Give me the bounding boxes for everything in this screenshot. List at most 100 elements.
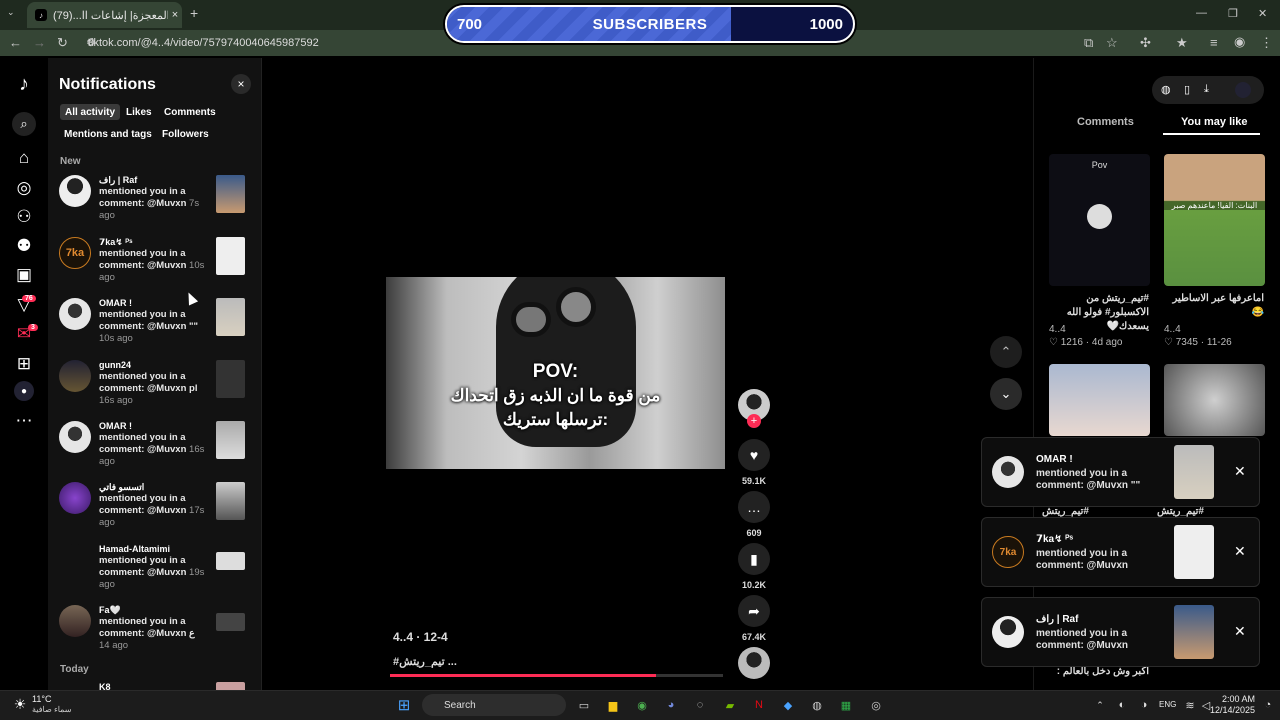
download-icon[interactable]: ⤓ — [1204, 83, 1209, 96]
previous-video-chevron-up-icon[interactable]: ⌃ — [990, 336, 1022, 368]
recommended-video-card[interactable] — [1049, 364, 1150, 436]
close-notifications-button[interactable]: × — [231, 74, 251, 94]
video-thumbnail[interactable] — [216, 682, 245, 690]
new-tab-button[interactable]: + — [190, 5, 198, 21]
tray-app-icon[interactable]: ◑ — [1134, 695, 1154, 715]
windows-start-icon[interactable]: ⊞ — [394, 695, 414, 715]
chip-followers[interactable]: Followers — [157, 126, 214, 142]
app-icon[interactable]: ◌ — [690, 695, 710, 715]
extensions-icon[interactable]: ✣ — [1140, 35, 1151, 51]
browser-tab[interactable]: ♪ طفل المعجزة| إشاعات اا...(79) × — [27, 2, 182, 28]
notification-bell-icon[interactable]: ◔ — [1258, 695, 1278, 715]
notification-item[interactable]: راف | Raf mentioned you in a comment: @M… — [48, 173, 253, 233]
chip-likes[interactable]: Likes — [121, 104, 157, 120]
video-thumbnail[interactable] — [216, 360, 245, 398]
notification-item[interactable]: gunn24 mentioned you in a comment: @Muvx… — [48, 358, 253, 418]
comment-icon[interactable]: … — [738, 491, 770, 523]
next-video-chevron-down-icon[interactable]: ⌄ — [990, 378, 1022, 410]
bookmark-star-icon[interactable]: ☆ — [1106, 35, 1118, 51]
toast-thumbnail[interactable] — [1174, 525, 1214, 579]
compass-icon[interactable]: ◍ — [1161, 83, 1171, 96]
live-icon[interactable]: ▣ — [12, 263, 36, 287]
following-icon[interactable]: ⚇ — [12, 205, 36, 229]
notification-item[interactable]: OMAR ! mentioned you in a comment: @Muvx… — [48, 419, 253, 479]
video-thumbnail[interactable] — [216, 482, 245, 520]
video-progress-bar[interactable] — [390, 674, 723, 677]
install-app-icon[interactable]: ⧉ — [1084, 35, 1093, 51]
search-icon[interactable]: ⌕ — [12, 112, 36, 136]
weather-icon[interactable]: ☀ — [10, 694, 30, 714]
home-icon[interactable]: ⌂ — [12, 146, 36, 170]
tray-chevron-icon[interactable]: ⌃ — [1090, 695, 1110, 715]
phone-icon[interactable]: ▯ — [1184, 83, 1190, 96]
reload-icon[interactable]: ↻ — [57, 35, 68, 51]
toast-close-icon[interactable]: ✕ — [1234, 463, 1246, 480]
file-explorer-icon[interactable]: ▆ — [603, 695, 623, 715]
user-avatar[interactable] — [1235, 82, 1251, 98]
video-author-date[interactable]: 4..4 · 12-4 — [393, 630, 448, 644]
maximize-button[interactable]: ❐ — [1228, 7, 1238, 20]
task-view-icon[interactable]: ▭ — [574, 695, 594, 715]
menu-icon[interactable]: ⋮ — [1260, 35, 1273, 51]
follow-plus-icon[interactable]: + — [747, 414, 761, 428]
bookmark-icon[interactable]: ▮ — [738, 543, 770, 575]
explore-icon[interactable]: ◎ — [12, 176, 36, 200]
discord-icon[interactable]: ◕ — [661, 695, 681, 715]
tab-close-icon[interactable]: × — [168, 9, 182, 21]
more-icon[interactable]: ⋯ — [12, 409, 36, 433]
video-thumbnail[interactable] — [216, 421, 245, 459]
favorites-icon[interactable]: ★ — [1176, 35, 1188, 51]
toast-notification[interactable]: OMAR ! mentioned you in a comment: @Muvx… — [981, 437, 1260, 507]
toast-notification[interactable]: 7ka 𝟳ka↯ ᴾˢ mentioned you in a comment: … — [981, 517, 1260, 587]
tab-list-icon[interactable]: ⌄ — [7, 7, 15, 18]
chip-mentions-and-tags[interactable]: Mentions and tags — [59, 126, 157, 142]
profile-icon[interactable]: ◉ — [1234, 34, 1245, 50]
card-author[interactable]: 4..4 — [1164, 324, 1181, 335]
video-thumbnail[interactable] — [216, 175, 245, 213]
tray-app-icon[interactable]: ◐ — [1112, 695, 1132, 715]
steam-icon[interactable]: ◍ — [807, 695, 827, 715]
tiktok-logo-icon[interactable]: ♪ — [12, 72, 36, 96]
excel-icon[interactable]: ▦ — [836, 695, 856, 715]
notification-item[interactable]: Fa🤍 mentioned you in a comment: @Muvxn ع… — [48, 603, 253, 663]
reading-list-icon[interactable]: ≡ — [1210, 35, 1218, 50]
notification-item[interactable]: K8 — [48, 680, 253, 690]
upload-icon[interactable]: ⊞ — [12, 352, 36, 376]
chrome-icon[interactable]: ◉ — [632, 695, 652, 715]
clock-time[interactable]: 2:00 AM — [1209, 694, 1255, 704]
recommended-video-card[interactable]: Pov — [1049, 154, 1150, 286]
card-author[interactable]: 4..4 — [1049, 324, 1066, 335]
toast-thumbnail[interactable] — [1174, 605, 1214, 659]
nvidia-icon[interactable]: ▰ — [720, 695, 740, 715]
profile-avatar-icon[interactable]: ● — [14, 381, 34, 401]
sound-disc-icon[interactable] — [738, 647, 770, 679]
minimize-button[interactable]: — — [1196, 7, 1207, 19]
tab-comments[interactable]: Comments — [1077, 116, 1134, 128]
toast-notification[interactable]: راف | Raf mentioned you in a comment: @M… — [981, 597, 1260, 667]
chip-all-activity[interactable]: All activity — [60, 104, 121, 120]
notification-item[interactable]: OMAR ! mentioned you in a comment: @Muvx… — [48, 296, 253, 356]
video-thumbnail[interactable] — [216, 552, 245, 570]
forward-arrow-icon[interactable]: → — [33, 35, 46, 50]
video-thumbnail[interactable] — [216, 613, 245, 631]
toast-thumbnail[interactable] — [1174, 445, 1214, 499]
clock-date[interactable]: 12/14/2025 — [1200, 705, 1255, 715]
recommended-video-card[interactable]: البنات: الفيا! ماعندهم صبر — [1164, 154, 1265, 286]
close-window-button[interactable]: ✕ — [1258, 7, 1267, 20]
like-heart-icon[interactable]: ♥ — [738, 439, 770, 471]
app-icon[interactable]: ◎ — [866, 695, 886, 715]
netflix-icon[interactable]: N — [749, 695, 769, 715]
toast-close-icon[interactable]: ✕ — [1234, 623, 1246, 640]
video-thumbnail[interactable] — [216, 237, 245, 275]
share-arrow-icon[interactable]: ➦ — [738, 595, 770, 627]
language-indicator[interactable]: ENG — [1159, 700, 1176, 709]
back-arrow-icon[interactable]: ← — [9, 35, 22, 50]
video-thumbnail[interactable] — [216, 298, 245, 336]
notification-item[interactable]: اتسسو فاتي mentioned you in a comment: @… — [48, 480, 253, 540]
taskbar-search[interactable]: Search — [422, 694, 566, 716]
tab-you-may-like[interactable]: You may like — [1181, 116, 1247, 128]
recommended-video-card[interactable] — [1164, 364, 1265, 436]
notification-item[interactable]: 7ka 𝟳ka↯ ᴾˢ mentioned you in a comment: … — [48, 235, 253, 295]
app-icon[interactable]: ◆ — [778, 695, 798, 715]
chip-comments[interactable]: Comments — [159, 104, 221, 120]
